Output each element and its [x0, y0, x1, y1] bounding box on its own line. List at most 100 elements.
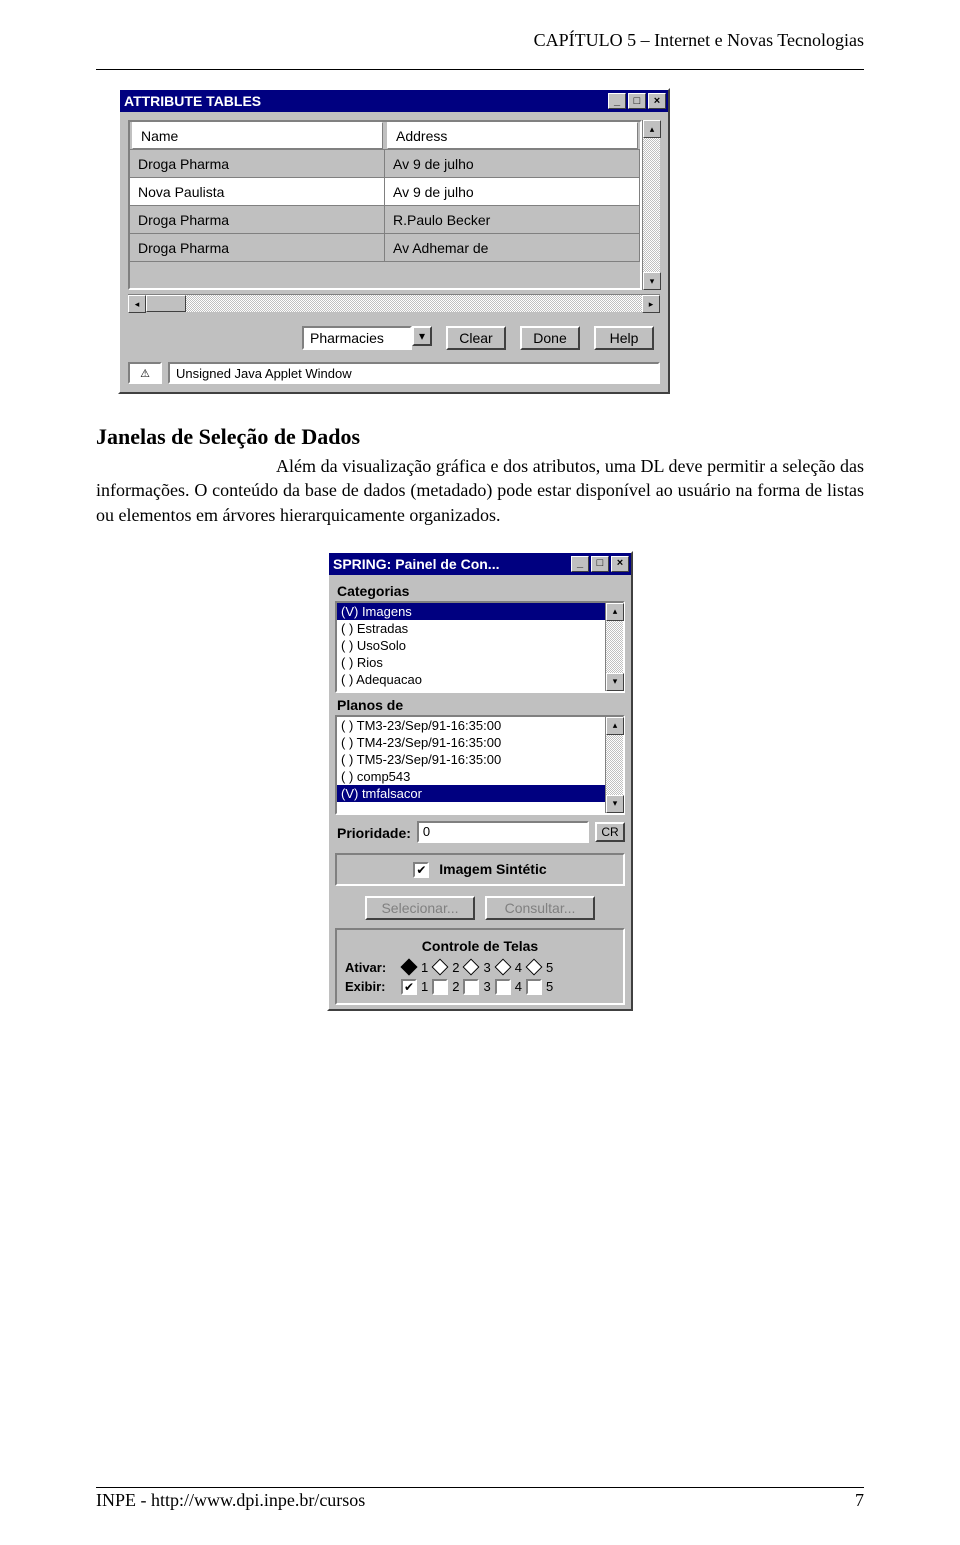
planos-list[interactable]: ( ) TM3-23/Sep/91-16:35:00 ( ) TM4-23/Se… [335, 715, 625, 815]
maximize-icon[interactable]: □ [628, 93, 646, 109]
minimize-icon[interactable]: _ [608, 93, 626, 109]
consultar-button[interactable]: Consultar... [485, 896, 595, 920]
spring-window: SPRING: Painel de Con... _ □ × Categoria… [327, 551, 633, 1011]
planos-label: Planos de [335, 693, 625, 715]
cell: Av Adhemar de [385, 234, 640, 261]
layer-dropdown[interactable]: Pharmacies ▾ [302, 326, 432, 350]
ativar-radio-2[interactable] [432, 959, 449, 976]
check-label: 2 [452, 979, 459, 994]
table-row[interactable]: Droga Pharma Av Adhemar de [130, 234, 640, 262]
close-icon[interactable]: × [648, 93, 666, 109]
controle-label: Controle de Telas [345, 938, 615, 954]
exibir-label: Exibir: [345, 979, 397, 994]
scroll-up-icon[interactable]: ▴ [643, 120, 661, 138]
attr-hscroll[interactable]: ◂ ▸ [128, 294, 660, 312]
list-item[interactable]: ( ) Rios [337, 654, 605, 671]
exibir-check-4[interactable] [495, 979, 511, 995]
check-label: 4 [515, 979, 522, 994]
scroll-down-icon[interactable]: ▾ [606, 795, 624, 813]
ativar-label: Ativar: [345, 960, 397, 975]
cell: Av 9 de julho [385, 178, 640, 205]
categorias-label: Categorias [335, 579, 625, 601]
categorias-list[interactable]: (V) Imagens ( ) Estradas ( ) UsoSolo ( )… [335, 601, 625, 693]
maximize-icon[interactable]: □ [591, 556, 609, 572]
list-item[interactable]: ( ) Estradas [337, 620, 605, 637]
scroll-up-icon[interactable]: ▴ [606, 717, 624, 735]
scroll-down-icon[interactable]: ▾ [606, 673, 624, 691]
ativar-radio-4[interactable] [494, 959, 511, 976]
list-item[interactable]: (V) tmfalsacor [337, 785, 605, 802]
footer-page-number: 7 [855, 1490, 864, 1511]
col-address[interactable]: Address [387, 122, 638, 149]
done-button[interactable]: Done [520, 326, 580, 350]
list-item[interactable]: ( ) TM3-23/Sep/91-16:35:00 [337, 717, 605, 734]
selecionar-button[interactable]: Selecionar... [365, 896, 475, 920]
table-row[interactable]: Droga Pharma Av 9 de julho [130, 150, 640, 178]
table-row[interactable]: Nova Paulista Av 9 de julho [130, 178, 640, 206]
scroll-up-icon[interactable]: ▴ [606, 603, 624, 621]
prioridade-input[interactable]: 0 [417, 821, 589, 843]
scroll-right-icon[interactable]: ▸ [642, 295, 660, 313]
exibir-check-2[interactable] [432, 979, 448, 995]
article-body: Janelas de Seleção de Dados Além da visu… [96, 424, 864, 527]
list-item[interactable]: ( ) comp543 [337, 768, 605, 785]
footer-left: INPE - http://www.dpi.inpe.br/cursos [96, 1490, 365, 1511]
check-label: 3 [483, 979, 490, 994]
attr-table: Name Address Droga Pharma Av 9 de julho … [128, 120, 660, 290]
section-paragraph: Além da visualização gráfica e dos atrib… [96, 454, 864, 527]
radio-label: 3 [483, 960, 490, 975]
imagem-sint-label: Imagem Sintétic [439, 861, 546, 877]
status-text: Unsigned Java Applet Window [168, 362, 660, 384]
attr-titlebar[interactable]: ATTRIBUTE TABLES _ □ × [120, 90, 668, 112]
scroll-thumb[interactable] [146, 295, 186, 312]
exibir-check-1[interactable]: ✔ [401, 979, 417, 995]
attr-title: ATTRIBUTE TABLES [124, 93, 261, 109]
table-row[interactable]: Droga Pharma R.Paulo Becker [130, 206, 640, 234]
warning-icon: ⚠ [128, 362, 162, 384]
chevron-down-icon[interactable]: ▾ [412, 326, 432, 346]
prioridade-label: Prioridade: [335, 821, 411, 843]
list-item[interactable]: ( ) Adequacao [337, 671, 605, 688]
section-heading: Janelas de Seleção de Dados [96, 424, 864, 450]
page-footer: INPE - http://www.dpi.inpe.br/cursos 7 [96, 1487, 864, 1511]
list-item[interactable]: ( ) UsoSolo [337, 637, 605, 654]
planos-scroll[interactable]: ▴ ▾ [605, 717, 623, 813]
cell: Droga Pharma [130, 206, 385, 233]
radio-label: 4 [515, 960, 522, 975]
scroll-left-icon[interactable]: ◂ [128, 295, 146, 313]
ativar-radio-3[interactable] [463, 959, 480, 976]
ativar-radio-5[interactable] [525, 959, 542, 976]
cr-button[interactable]: CR [595, 822, 625, 842]
list-item[interactable]: ( ) TM4-23/Sep/91-16:35:00 [337, 734, 605, 751]
col-name[interactable]: Name [132, 122, 383, 149]
radio-label: 2 [452, 960, 459, 975]
exibir-check-3[interactable] [463, 979, 479, 995]
radio-label: 5 [546, 960, 553, 975]
clear-button[interactable]: Clear [446, 326, 506, 350]
exibir-check-5[interactable] [526, 979, 542, 995]
controle-telas-group: Controle de Telas Ativar: 1 2 3 4 5 Exib… [335, 928, 625, 1005]
header-rule [96, 69, 864, 70]
cell: Droga Pharma [130, 234, 385, 261]
imagem-sint-checkbox[interactable]: ✔ [413, 862, 429, 878]
table-header-row: Name Address [130, 122, 640, 150]
close-icon[interactable]: × [611, 556, 629, 572]
radio-label: 1 [421, 960, 428, 975]
list-item[interactable]: (V) Imagens [337, 603, 605, 620]
footer-rule [96, 1487, 864, 1488]
check-label: 5 [546, 979, 553, 994]
cell: R.Paulo Becker [385, 206, 640, 233]
scroll-down-icon[interactable]: ▾ [643, 272, 661, 290]
cell: Droga Pharma [130, 150, 385, 177]
ativar-radio-1[interactable] [401, 959, 418, 976]
chapter-header: CAPÍTULO 5 – Internet e Novas Tecnologia… [96, 30, 864, 51]
attr-vscroll[interactable]: ▴ ▾ [642, 120, 660, 290]
list-item[interactable]: ( ) TM5-23/Sep/91-16:35:00 [337, 751, 605, 768]
help-button[interactable]: Help [594, 326, 654, 350]
attribute-tables-window: ATTRIBUTE TABLES _ □ × Name Address Drog… [118, 88, 670, 394]
minimize-icon[interactable]: _ [571, 556, 589, 572]
spring-titlebar[interactable]: SPRING: Painel de Con... _ □ × [329, 553, 631, 575]
categorias-scroll[interactable]: ▴ ▾ [605, 603, 623, 691]
check-label: 1 [421, 979, 428, 994]
cell: Av 9 de julho [385, 150, 640, 177]
